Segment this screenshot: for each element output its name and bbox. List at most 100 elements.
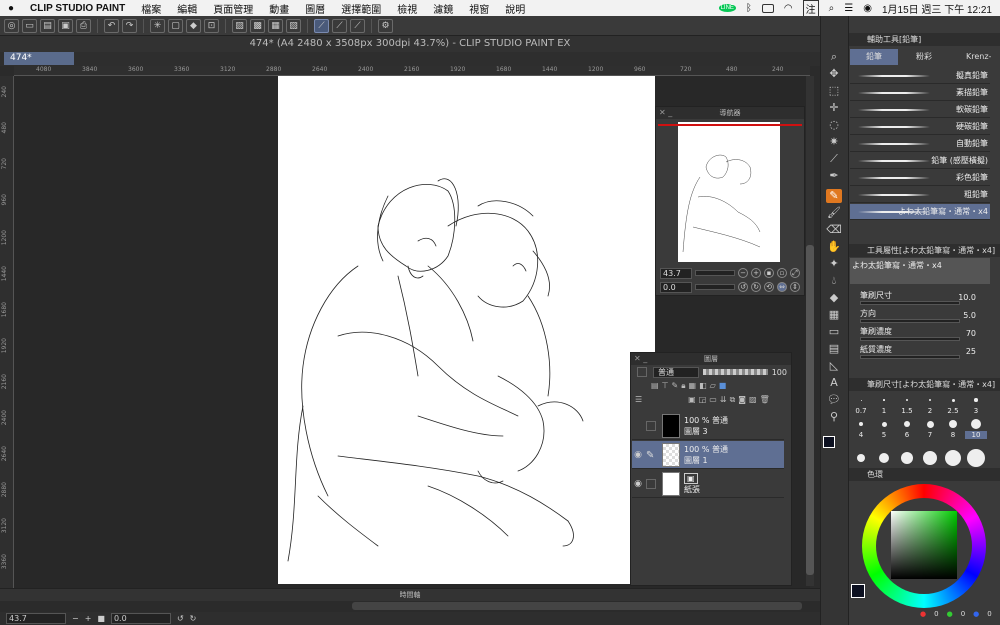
prop-slider[interactable] [860,337,960,341]
redo-icon[interactable]: ↷ [122,18,137,33]
eyedropper-icon[interactable]: ⟋ [826,152,842,166]
menu-selection[interactable]: 選擇範圍 [333,1,389,16]
draft-icon[interactable]: ✎ [672,381,679,391]
brush-tool-icon[interactable]: 🖌︎ [826,206,842,220]
rotate-right-icon[interactable]: ↻ [751,282,761,292]
brush-item[interactable]: 擬真鉛筆 [850,68,990,84]
prop-paper-density[interactable]: 紙質濃度 25 [858,344,990,362]
save-icon[interactable]: ▣ [58,18,73,33]
ruler-icon[interactable]: ▱ [710,381,716,391]
brush-size-dot-large[interactable] [923,451,937,465]
menu-help[interactable]: 說明 [497,1,533,16]
layer-move-icon[interactable]: ✛ [826,101,842,115]
menu-page[interactable]: 頁面管理 [205,1,261,16]
move-tool-icon[interactable]: ✥ [826,67,842,81]
fit-icon[interactable]: ▫ [777,268,787,278]
eye-icon[interactable]: ◉ [632,479,644,489]
rotate-left-icon[interactable]: ↺ [177,614,184,623]
lock-transparent-icon[interactable]: ▦ [689,381,697,391]
layer-name[interactable]: 圖層 3 [684,427,708,436]
reference-icon[interactable]: ⊤ [662,381,669,391]
expand-icon[interactable]: ▦ [268,18,283,33]
actual-size-icon[interactable]: ▪ [764,268,774,278]
search-icon[interactable]: ⌕ [829,3,835,14]
shrink-icon[interactable]: ▧ [286,18,301,33]
fill-icon[interactable]: ◆ [186,18,201,33]
bluetooth-icon[interactable]: ᛒ [746,3,752,14]
brush-item[interactable]: 鉛筆 (感壓橫擬) [850,153,990,169]
fit-window-icon[interactable]: ⤢ [790,268,800,278]
brush-size-dot[interactable] [883,399,885,401]
prop-brush-size[interactable]: 筆刷尺寸 10.0 [858,290,990,308]
prop-brush-density[interactable]: 筆刷濃度 70 [858,326,990,344]
ime-indicator[interactable]: 注 [802,0,819,17]
brush-item[interactable]: 軟碳鉛筆 [850,102,990,118]
auto-select-icon[interactable]: ✷ [826,135,842,149]
new-icon[interactable]: ▭ [22,18,37,33]
horizontal-scrollbar[interactable] [352,602,802,610]
opacity-slider[interactable] [703,369,768,375]
panel-close-icon[interactable]: ✕ _ [659,107,672,119]
angle-slider[interactable] [695,284,735,290]
navigator-preview[interactable] [678,122,780,262]
layer-check[interactable] [646,420,656,431]
vertical-scroll-thumb[interactable] [806,245,814,575]
blend-mode-select[interactable]: 普通 [653,366,699,378]
menu-app[interactable]: CLIP STUDIO PAINT [22,3,133,14]
layer-check[interactable] [646,478,656,489]
clip-icon[interactable]: ▤ [651,381,659,391]
transfer-down-icon[interactable]: ⇊ [720,395,727,405]
prop-value[interactable]: 10.0 [958,293,976,302]
open-icon[interactable]: ▤ [40,18,55,33]
brush-size-dot-large[interactable] [967,449,985,467]
brush-size-label[interactable]: 3 [965,407,987,415]
apply-mask-icon[interactable]: ▨ [749,395,757,405]
prop-direction[interactable]: 方向 5.0 [858,308,990,326]
layer-list-icon[interactable]: ☰ [635,395,642,405]
brush-size-dot-large[interactable] [945,450,961,466]
new-folder-icon[interactable]: ▭ [709,395,717,405]
blend-drop-icon[interactable]: 💧︎ [826,274,842,288]
pen-edit-icon[interactable]: ✎ [646,450,656,461]
brush-size-dot[interactable] [951,398,955,402]
menu-filter[interactable]: 濾鏡 [425,1,461,16]
blend-tool-icon[interactable]: ✋ [826,240,842,254]
merge-icon[interactable]: ⧉ [730,395,736,405]
menu-view[interactable]: 檢視 [389,1,425,16]
wifi-icon[interactable]: ◠ [784,3,793,14]
rotate-right-icon[interactable]: ↻ [190,614,197,623]
brush-size-dot[interactable] [974,398,978,402]
lock-icon[interactable]: 🔒︎ [681,381,685,391]
layer-name[interactable]: 圖層 1 [684,456,708,465]
layer-row-selected[interactable]: ◉ ✎ 100 % 普通 圖層 1 [632,441,784,469]
balloon-tool-icon[interactable]: 💬︎ [826,393,842,407]
subtool-tab-krenz[interactable]: Krenz- [950,49,998,65]
flip-vertical-icon[interactable]: ⇕ [790,282,800,292]
subtool-tab-pastel[interactable]: 粉彩 [900,49,948,65]
zoom-out-icon[interactable]: − [738,268,748,278]
layer-name[interactable]: 紙張 [684,485,700,494]
ruler-tool-icon[interactable]: ◺ [826,359,842,373]
brush-size-label[interactable]: 1.5 [896,407,918,415]
brush-size-label[interactable]: 2.5 [942,407,964,415]
battery-icon[interactable] [761,3,774,13]
reset-rotation-icon[interactable]: ⟲ [764,282,774,292]
eraser-tool-icon[interactable]: ⌫ [826,223,842,237]
menu-edit[interactable]: 編輯 [169,1,205,16]
brush-size-dot[interactable] [881,421,887,427]
zoom-slider[interactable] [695,270,735,276]
snap-ruler-icon[interactable]: ⟋ [314,18,329,33]
saturation-value-square[interactable] [891,511,957,579]
invert-icon[interactable]: ▩ [250,18,265,33]
settings-icon[interactable]: ⚙ [378,18,393,33]
status-angle[interactable]: 0.0 [110,613,171,624]
new-raster-icon[interactable]: ▣ [688,395,696,405]
mask-icon[interactable]: ◧ [699,381,707,391]
correction-tool-icon[interactable]: ⚲ [826,410,842,424]
brush-size-label[interactable]: 2 [919,407,941,415]
brush-size-dot[interactable] [860,399,862,401]
brush-size-dot[interactable] [949,420,957,428]
zoom-in-icon[interactable]: + [85,614,92,623]
brush-size-dot[interactable] [971,419,981,429]
print-icon[interactable]: ⎙ [76,18,91,33]
